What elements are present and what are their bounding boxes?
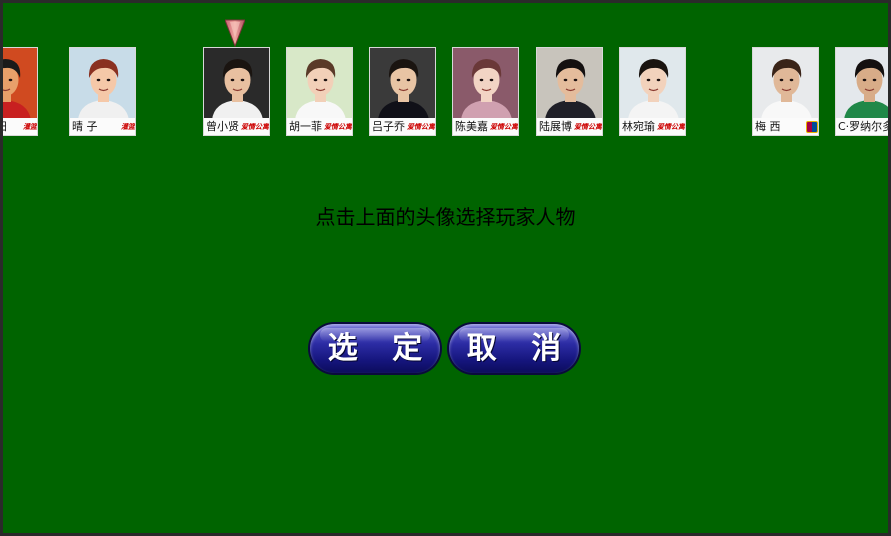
- selection-pointer-icon: [225, 19, 245, 48]
- show-logo: 爱情公寓: [241, 122, 269, 131]
- avatar-card[interactable]: C·罗纳尔多: [835, 47, 888, 136]
- avatar-caption: 陈美嘉 爱情公寓: [453, 118, 518, 135]
- show-logo: 灌篮: [23, 122, 37, 131]
- show-logo: 爱情公寓: [490, 122, 518, 131]
- avatar-card[interactable]: 胡一菲 爱情公寓: [286, 47, 353, 136]
- show-logo: 爱情公寓: [574, 122, 602, 131]
- cancel-button-label: 取 消: [466, 331, 574, 366]
- avatar-caption: C·罗纳尔多: [836, 118, 888, 135]
- show-logo: 爱情公寓: [324, 122, 352, 131]
- avatar-portrait: [3, 48, 37, 120]
- avatar-portrait: [70, 48, 135, 120]
- confirm-button[interactable]: 选 定: [310, 324, 440, 373]
- avatar-name: 胡一菲: [289, 120, 322, 133]
- avatar-name: 曾小贤: [206, 120, 239, 133]
- avatar-name: C·罗纳尔多: [838, 120, 888, 133]
- avatar-name: 梅 西: [755, 120, 781, 133]
- club-crest-icon: [806, 120, 818, 133]
- avatar-card[interactable]: 梅 西: [752, 47, 819, 136]
- cancel-button[interactable]: 取 消: [449, 324, 579, 373]
- avatar-caption: 晴 子 灌篮: [70, 118, 135, 135]
- avatar-caption: 城良田 灌篮: [3, 118, 37, 135]
- avatar-card[interactable]: 陆展博 爱情公寓: [536, 47, 603, 136]
- avatar-caption: 梅 西: [753, 118, 818, 135]
- avatar-caption: 吕子乔 爱情公寓: [370, 118, 435, 135]
- avatar-card[interactable]: 晴 子 灌篮: [69, 47, 136, 136]
- avatar-portrait: [287, 48, 352, 120]
- avatar-name: 吕子乔: [372, 120, 405, 133]
- character-select-screen: 城良田灌篮晴 子灌篮曾小贤爱情公寓胡一菲爱情公寓吕子乔爱情公寓陈美嘉爱情公寓陆展…: [3, 3, 888, 533]
- avatar-portrait: [204, 48, 269, 120]
- avatar-portrait: [537, 48, 602, 120]
- avatar-card[interactable]: 林宛瑜 爱情公寓: [619, 47, 686, 136]
- confirm-button-label: 选 定: [327, 331, 435, 366]
- avatar-name: 陈美嘉: [455, 120, 488, 133]
- instruction-text: 点击上面的头像选择玩家人物: [315, 205, 576, 229]
- avatar-caption: 陆展博 爱情公寓: [537, 118, 602, 135]
- show-logo: 爱情公寓: [657, 122, 685, 131]
- show-logo: 灌篮: [121, 122, 135, 131]
- avatar-caption: 胡一菲 爱情公寓: [287, 118, 352, 135]
- avatar-name: 城良田: [3, 118, 7, 135]
- avatar-portrait: [753, 48, 818, 120]
- avatar-card[interactable]: 城良田 灌篮: [3, 47, 38, 136]
- avatar-portrait: [370, 48, 435, 120]
- avatar-portrait: [836, 48, 888, 120]
- avatar-card[interactable]: 陈美嘉 爱情公寓: [452, 47, 519, 136]
- avatar-card[interactable]: 吕子乔 爱情公寓: [369, 47, 436, 136]
- avatar-card[interactable]: 曾小贤 爱情公寓: [203, 47, 270, 136]
- avatar-caption: 林宛瑜 爱情公寓: [620, 118, 685, 135]
- avatar-name: 林宛瑜: [622, 120, 655, 133]
- avatar-caption: 曾小贤 爱情公寓: [204, 118, 269, 135]
- show-logo: 爱情公寓: [407, 122, 435, 131]
- avatar-name: 晴 子: [72, 120, 98, 133]
- avatar-portrait: [620, 48, 685, 120]
- avatar-name: 陆展博: [539, 120, 572, 133]
- avatar-portrait: [453, 48, 518, 120]
